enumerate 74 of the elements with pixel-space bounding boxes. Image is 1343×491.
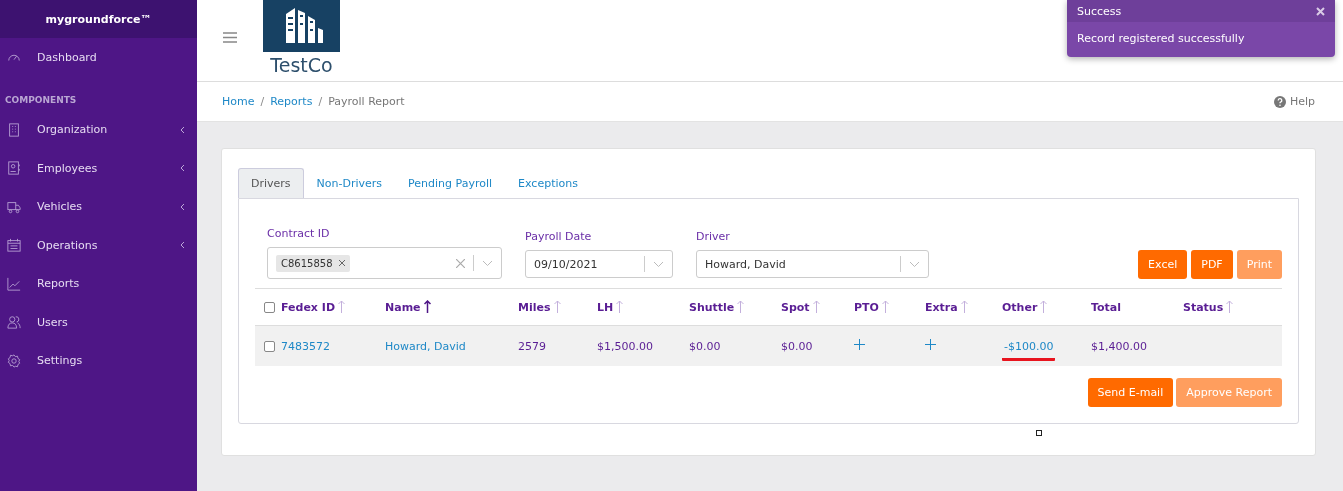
dropdown-chevron-icon[interactable] [482,259,493,267]
column-header[interactable]: Extra [925,300,968,314]
breadcrumb-separator: / [318,95,323,108]
table-link[interactable]: -$100.00 [1002,339,1056,361]
settings-icon [7,353,21,368]
column-header[interactable]: Spot [781,300,820,314]
tab[interactable]: Exceptions [505,168,591,198]
sidebar-item[interactable]: Users [0,303,197,342]
contract-select[interactable]: C8615858 [267,247,502,279]
column-header[interactable]: Fedex ID [281,300,345,314]
tab[interactable]: Pending Payroll [395,168,506,198]
field-label: Driver [696,230,731,243]
table-link[interactable]: 7483572 [281,339,330,353]
add-icon[interactable] [854,339,865,350]
sidebar-item[interactable]: Settings [0,341,197,380]
sidebar-item[interactable]: Vehicles [0,187,197,226]
tab[interactable]: Non-Drivers [303,168,396,198]
sidebar-item[interactable]: Employees [0,149,197,188]
truck-icon [7,199,21,214]
column-header[interactable]: Shuttle [689,300,745,314]
help-link[interactable]: Help [1273,95,1315,108]
select-all-checkbox[interactable] [264,301,275,313]
column-header[interactable]: Miles [518,300,561,314]
section-heading: COMPONENTS [5,94,77,105]
breadcrumb-link[interactable]: Home [222,95,255,108]
toast-message: Record registered successfully [1077,32,1245,45]
table-cell: $1,400.00 [1091,339,1147,353]
column-header[interactable]: Other [1002,300,1048,314]
clear-icon[interactable] [456,258,465,268]
table-cell: $1,500.00 [597,339,653,353]
chart-icon [7,276,21,291]
dropdown-chevron-icon[interactable] [653,260,664,268]
driver-select[interactable]: Howard, David [696,250,929,278]
table-link[interactable]: Howard, David [385,339,466,353]
field-label: Contract ID [267,227,331,240]
chevron-icon [180,202,185,211]
table-cell: $0.00 [781,339,813,353]
chevron-icon [180,164,185,173]
row-checkbox[interactable] [264,340,275,352]
users-icon [7,315,21,330]
chevron-icon [180,241,185,250]
selected-tag: C8615858 [276,254,350,272]
column-header[interactable]: PTO [854,300,889,314]
sidebar-item[interactable]: Dashboard [0,38,197,77]
column-header[interactable]: LH [597,300,624,314]
remove-icon[interactable] [338,260,345,266]
close-icon[interactable] [1316,6,1325,16]
field-label: Payroll Date [525,230,593,243]
sort-arrow-icon[interactable] [423,300,431,314]
breadcrumb-current: Payroll Report [328,95,405,108]
breadcrumb-link[interactable]: Reports [270,95,313,108]
column-header: Total [1091,300,1122,314]
breadcrumb-separator: / [260,95,265,108]
building-icon [7,122,21,137]
logo-text: TestCo [270,53,333,78]
square-mark [1036,430,1042,436]
menu-icon[interactable] [223,32,237,43]
chevron-icon [180,125,185,134]
calendar-icon [7,238,21,253]
dropdown-chevron-icon[interactable] [909,260,920,268]
sidebar-item[interactable]: Operations [0,226,197,265]
tab[interactable]: Drivers [238,168,304,198]
brand-name: mygroundforce™ [45,12,152,26]
id-card-icon [7,161,21,176]
sidebar-item[interactable]: Reports [0,264,197,303]
help-icon [1273,95,1286,108]
date-select[interactable]: 09/10/2021 [525,250,673,278]
table-cell: 2579 [518,339,546,353]
toast-title: Success [1077,4,1122,18]
table-cell: $0.00 [689,339,721,353]
sidebar-item[interactable]: Organization [0,110,197,149]
column-header[interactable]: Status [1183,300,1234,314]
column-header[interactable]: Name [385,300,431,314]
add-icon[interactable] [925,339,936,350]
